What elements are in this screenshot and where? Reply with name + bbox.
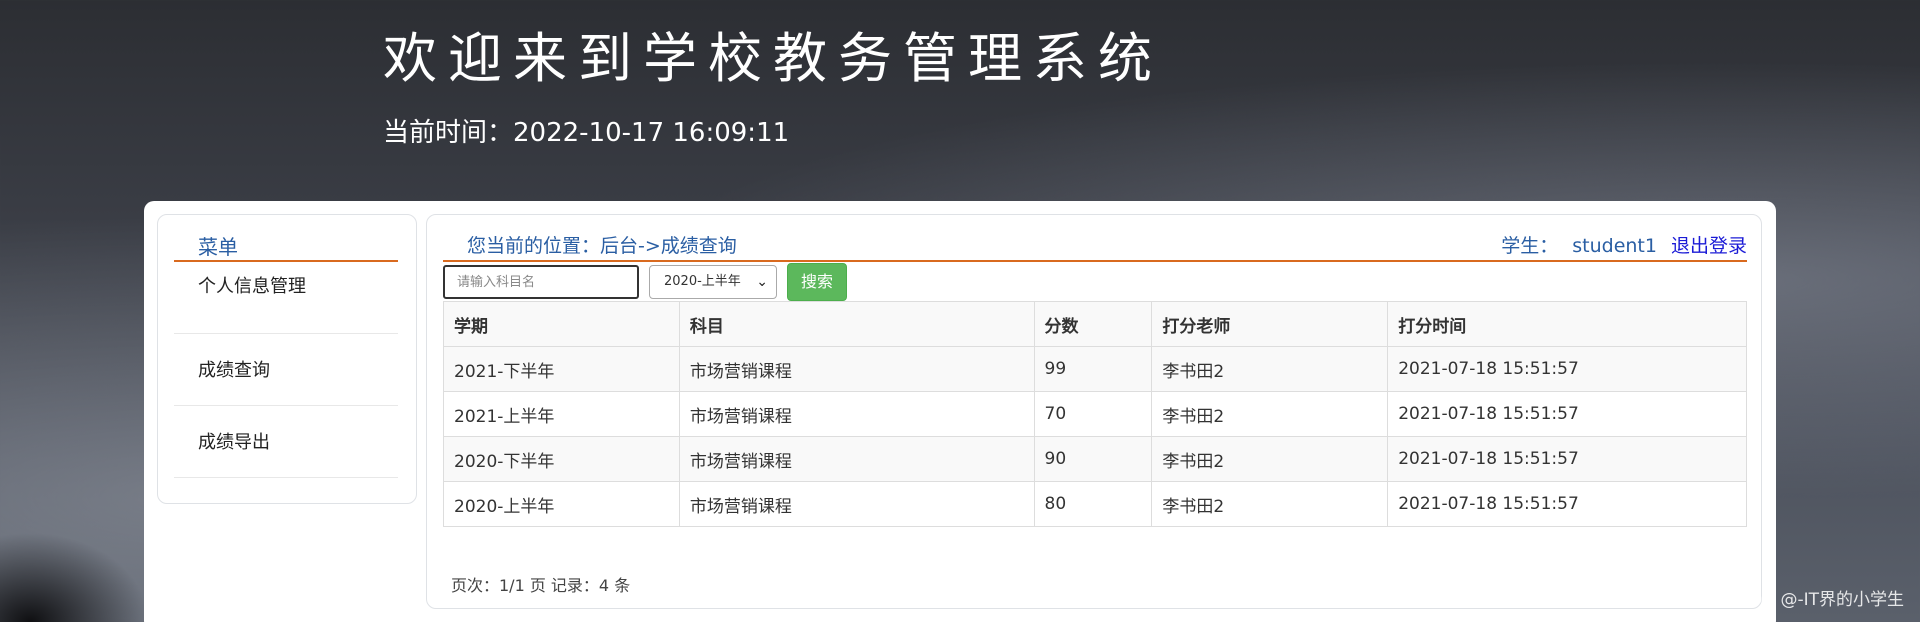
breadcrumb-label: 您当前的位置： [467,235,601,257]
cell-score: 70 [1033,391,1153,437]
sidebar: 菜单 个人信息管理 成绩查询 成绩导出 [157,214,417,504]
search-button[interactable]: 搜索 [787,263,847,301]
user-name: student1 [1572,235,1657,257]
table-row: 2020-下半年 市场营销课程 90 李书田2 2021-07-18 15:51… [443,436,1747,482]
term-select[interactable]: 2020-上半年 ⌄ [649,265,777,299]
cell-score: 80 [1033,481,1153,527]
cell-subject: 市场营销课程 [678,391,1035,437]
cell-subject: 市场营销课程 [678,436,1035,482]
cell-subject: 市场营销课程 [678,481,1035,527]
time-value: 2022-10-17 16:09:11 [513,118,790,148]
cell-teacher: 李书田2 [1151,481,1389,527]
breadcrumb-path: 后台->成绩查询 [600,235,737,257]
cell-time: 2021-07-18 15:51:57 [1387,346,1747,392]
main-panel: 菜单 个人信息管理 成绩查询 成绩导出 您当前的位置：后台->成绩查询 学生： s… [144,201,1776,622]
pagination-info: 页次：1/1 页 记录：4 条 [451,576,631,595]
grades-table: 学期 科目 分数 打分老师 打分时间 2021-下半年 市场营销课程 99 李书… [443,301,1747,527]
cell-term: 2021-下半年 [443,346,680,392]
user-info: 学生： student1 退出登录 [1501,231,1747,258]
column-header-teacher: 打分老师 [1151,301,1389,347]
cell-score: 90 [1033,436,1153,482]
content-divider [443,260,1747,262]
column-header-time: 打分时间 [1387,301,1747,347]
cell-time: 2021-07-18 15:51:57 [1387,481,1747,527]
cell-score: 99 [1033,346,1153,392]
term-select-value: 2020-上半年 [664,274,741,289]
current-time: 当前时间：2022-10-17 16:09:11 [383,112,789,149]
cell-time: 2021-07-18 15:51:57 [1387,391,1747,437]
sidebar-item-grade-export[interactable]: 成绩导出 [174,406,398,478]
breadcrumb: 您当前的位置：后台->成绩查询 [467,231,737,258]
sidebar-item-grade-query[interactable]: 成绩查询 [174,334,398,406]
page-title: 欢迎来到学校教务管理系统 [383,27,1163,90]
column-header-term: 学期 [443,301,680,347]
user-role-label: 学生： [1501,235,1559,257]
menu-title: 菜单 [198,235,238,259]
table-row: 2021-上半年 市场营销课程 70 李书田2 2021-07-18 15:51… [443,391,1747,437]
cell-term: 2020-上半年 [443,481,680,527]
logout-link[interactable]: 退出登录 [1671,235,1747,257]
cell-teacher: 李书田2 [1151,391,1389,437]
column-header-score: 分数 [1033,301,1153,347]
cell-term: 2020-下半年 [443,436,680,482]
sidebar-item-label: 成绩导出 [198,432,270,453]
cell-term: 2021-上半年 [443,391,680,437]
table-header-row: 学期 科目 分数 打分老师 打分时间 [443,301,1747,347]
chevron-down-icon: ⌄ [756,274,768,290]
column-header-subject: 科目 [678,301,1035,347]
sidebar-item-label: 个人信息管理 [198,276,306,297]
table-row: 2021-下半年 市场营销课程 99 李书田2 2021-07-18 15:51… [443,346,1747,392]
watermark: CSDN @-IT界的小学生 [1726,590,1904,610]
sidebar-item-label: 成绩查询 [198,360,270,381]
cell-teacher: 李书田2 [1151,346,1389,392]
sidebar-item-personal-info[interactable]: 个人信息管理 [174,262,398,334]
cell-time: 2021-07-18 15:51:57 [1387,436,1747,482]
time-label: 当前时间： [383,118,514,148]
cell-subject: 市场营销课程 [678,346,1035,392]
cell-teacher: 李书田2 [1151,436,1389,482]
background-shadow [0,532,150,622]
content-area: 您当前的位置：后台->成绩查询 学生： student1 退出登录 2020-上半年… [426,214,1762,609]
subject-search-input[interactable] [443,265,639,299]
table-row: 2020-上半年 市场营销课程 80 李书田2 2021-07-18 15:51… [443,481,1747,527]
